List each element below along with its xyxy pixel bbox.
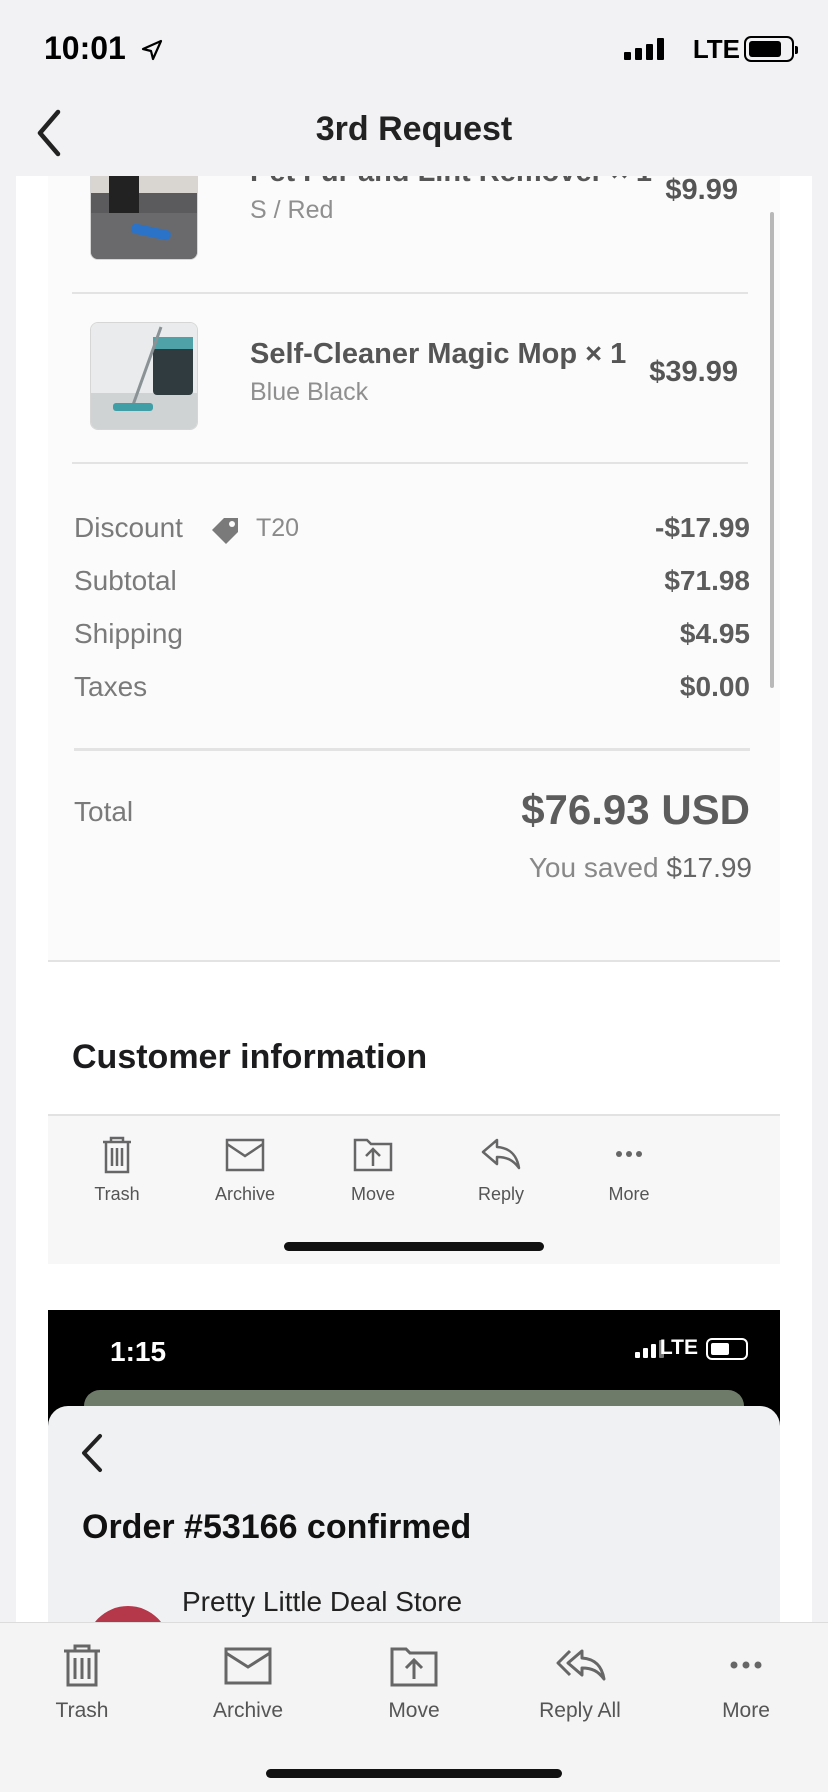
inner-more-label: More [608,1184,650,1204]
trash-button[interactable]: Trash [12,1639,152,1723]
nav-bar: 3rd Request [0,100,828,176]
item-price: $9.99 [665,176,738,206]
product-image-magic-mop [90,322,198,430]
more-button[interactable]: More [676,1639,816,1723]
trash-icon [103,1136,131,1174]
battery-icon [706,1338,748,1360]
inner-reply-button[interactable]: Reply [446,1132,556,1205]
archive-button[interactable]: Archive [178,1639,318,1723]
shipping-value: $4.95 [679,618,750,649]
taxes-value: $0.00 [679,671,750,702]
scrollbar[interactable] [770,212,774,688]
location-arrow-icon [141,39,163,61]
inner-move-button[interactable]: Move [318,1132,428,1205]
item-name: Pet Fur and Lint Remover × 1 [250,176,652,189]
divider [74,748,750,751]
taxes-row: Taxes $0.00 [74,671,750,711]
customer-info-title: Customer information [72,1038,428,1076]
item-name: Self-Cleaner Magic Mop × 1 [250,338,627,370]
store-name: Pretty Little Deal Store [182,1586,463,1617]
item-price: $39.99 [649,356,738,388]
reply-all-button[interactable]: Reply All [510,1639,650,1723]
more-label: More [722,1699,770,1722]
total-value: $76.93 USD [521,786,750,833]
discount-value: -$17.99 [655,512,750,543]
network-label: LTE [692,34,740,64]
home-indicator [266,1769,562,1778]
item-variant: S / Red [250,196,334,224]
back-chevron-icon [82,1434,102,1472]
nested-title: Order #53166 confirmed [82,1508,472,1546]
trash-icon [64,1644,100,1687]
email-body[interactable]: Pet Fur and Lint Remover × 1 S / Red $9.… [16,176,812,1622]
shipping-row: Shipping $4.95 [74,618,750,658]
shipping-label: Shipping [74,618,183,649]
nested-status-time: 1:15 [110,1336,167,1367]
product-image-lint-remover [90,176,198,260]
divider [72,462,748,464]
discount-row: Discount T20 -$17.99 [74,512,750,552]
item-variant: Blue Black [250,378,369,406]
order-summary-card: Pet Fur and Lint Remover × 1 S / Red $9.… [48,176,780,960]
battery-icon [744,36,798,62]
subtotal-label: Subtotal [74,565,177,596]
page-title: 3rd Request [315,110,513,148]
saved-note: You saved $17.99 [529,852,752,884]
subtotal-row: Subtotal $71.98 [74,565,750,605]
inner-more-button[interactable]: More [574,1132,684,1205]
inner-trash-button[interactable]: Trash [62,1132,172,1205]
bottom-toolbar: Trash Archive Move Reply All More [0,1622,828,1792]
reply-icon [481,1138,521,1170]
move-icon [353,1138,393,1172]
status-time: 10:01 [44,30,126,66]
reply-all-label: Reply All [539,1699,621,1722]
order-item: Pet Fur and Lint Remover × 1 S / Red $9.… [80,176,760,302]
divider [48,960,780,962]
subtotal-value: $71.98 [664,565,750,596]
discount-label: Discount [74,512,183,543]
reply-all-icon [556,1649,606,1681]
total-label: Total [74,796,134,827]
inner-archive-label: Archive [214,1184,276,1204]
inner-trash-label: Trash [94,1184,140,1204]
signal-icon [624,38,664,60]
saved-value: $17.99 [666,852,752,883]
inner-archive-button[interactable]: Archive [190,1132,300,1205]
status-bar: 10:01 LTE [0,0,828,100]
order-item: Self-Cleaner Magic Mop × 1 Blue Black $3… [80,322,760,472]
inner-reply-label: Reply [477,1184,525,1204]
inner-move-label: Move [350,1184,395,1204]
move-icon [390,1647,438,1687]
move-label: Move [388,1699,440,1722]
nested-screenshot: 1:15 LTE Order #53166 confirmed [48,1310,780,1622]
trash-label: Trash [55,1699,109,1722]
saved-label: You saved [528,852,659,883]
discount-code: T20 [256,514,300,542]
divider [72,292,748,294]
move-button[interactable]: Move [344,1639,484,1723]
taxes-label: Taxes [74,671,148,702]
archive-label: Archive [212,1699,284,1722]
tag-icon [212,518,238,544]
archive-icon [224,1647,272,1685]
more-icon [730,1661,762,1669]
more-icon [616,1151,642,1157]
archive-icon [225,1138,265,1172]
nested-network-label: LTE [659,1336,698,1359]
inner-home-indicator [284,1242,544,1251]
